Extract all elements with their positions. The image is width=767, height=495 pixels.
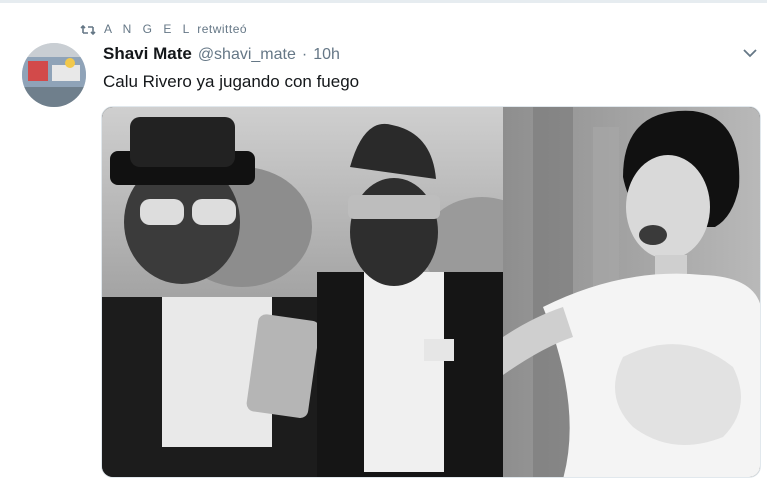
tweet-media[interactable]	[101, 106, 761, 478]
chevron-down-icon[interactable]	[740, 46, 760, 60]
retweet-context: A N G E L retwitteó	[80, 20, 247, 38]
user-handle[interactable]: @shavi_mate	[198, 46, 296, 64]
tweet-text: Calu Rivero ya jugando con fuego	[103, 72, 360, 91]
tweet-timestamp[interactable]: 10h	[313, 46, 340, 64]
media-photo-right[interactable]	[503, 107, 760, 477]
tweet-header: Shavi Mate @shavi_mate · 10h	[103, 44, 340, 64]
avatar[interactable]	[22, 43, 86, 107]
media-photo-left[interactable]	[102, 107, 503, 477]
display-name[interactable]: Shavi Mate	[103, 44, 192, 64]
bottom-divider	[0, 488, 767, 495]
retweet-icon	[80, 23, 96, 36]
retweet-action-label: retwitteó	[197, 22, 248, 36]
top-divider	[0, 0, 767, 3]
retweeter-name[interactable]: A N G E L	[104, 22, 193, 36]
separator-dot: ·	[301, 46, 308, 63]
